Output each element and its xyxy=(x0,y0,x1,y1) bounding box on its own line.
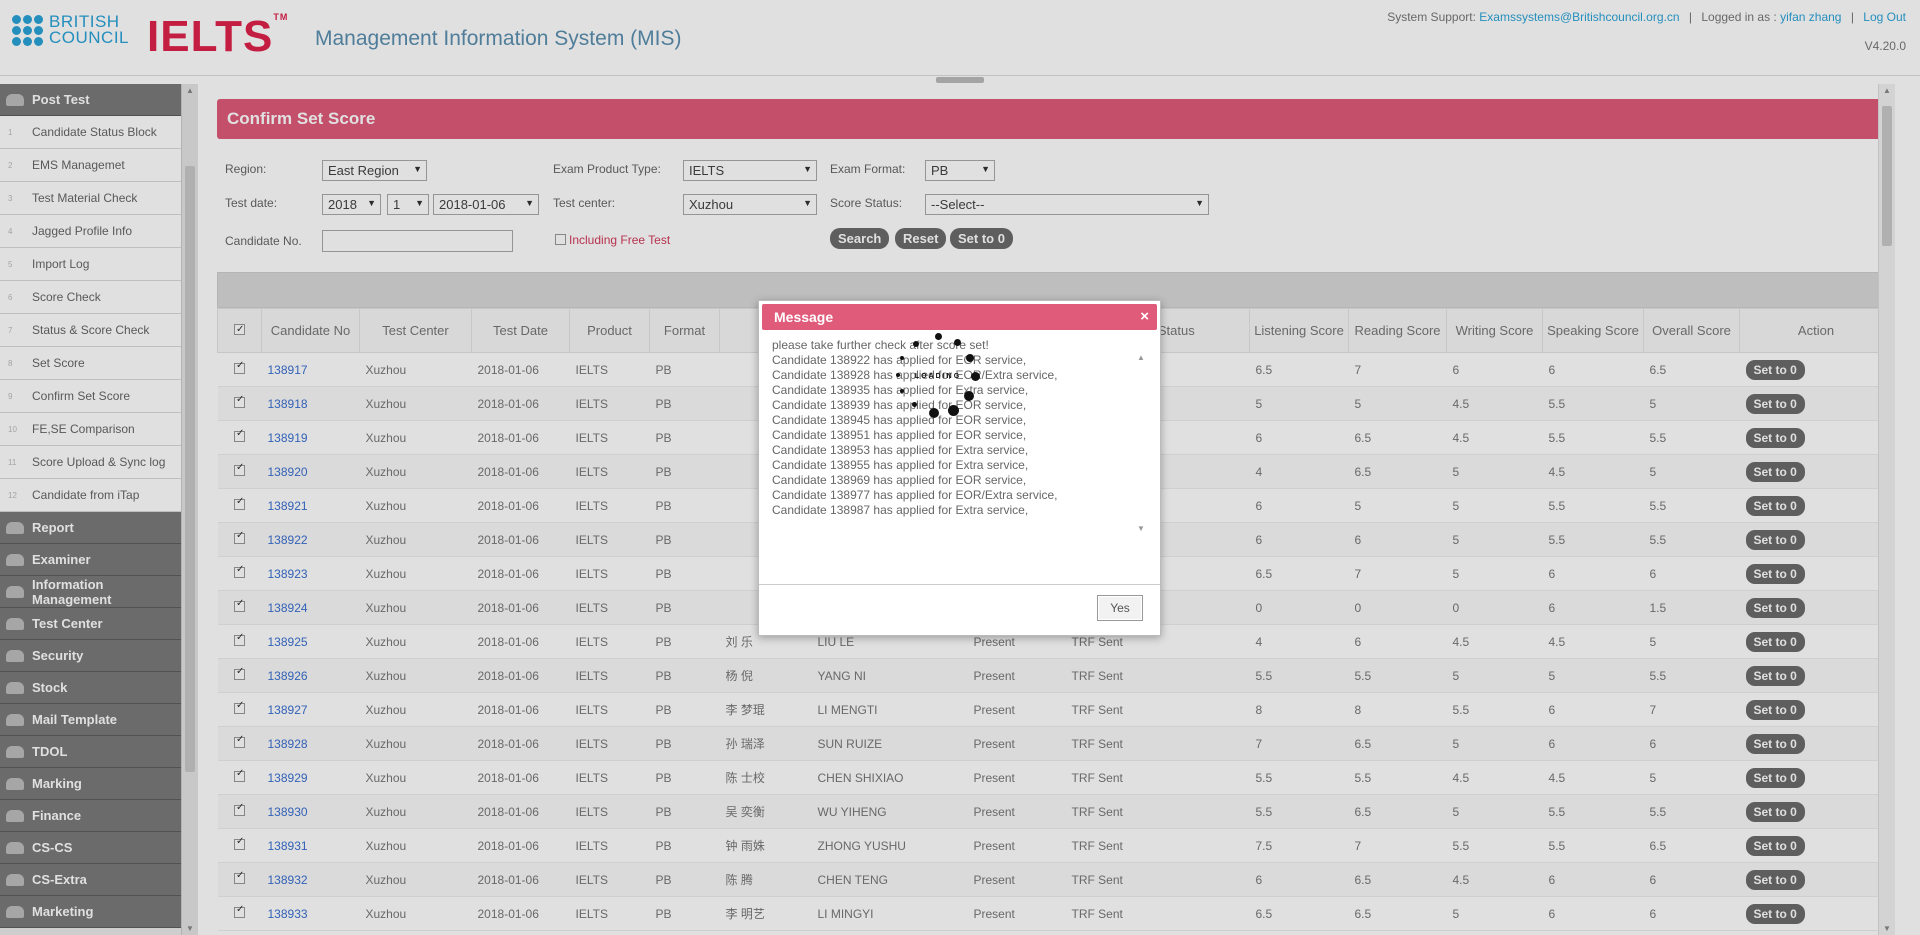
scroll-up-arrow-icon[interactable]: ▲ xyxy=(1137,353,1145,362)
dialog-line: Candidate 138969 has applied for EOR ser… xyxy=(772,473,1027,487)
dialog-header: Message × xyxy=(762,304,1157,330)
dialog-scrollbar[interactable]: ▲ ▼ xyxy=(1135,353,1147,533)
loading-spinner-icon: LOADING xyxy=(888,331,988,431)
scroll-down-arrow-icon[interactable]: ▼ xyxy=(1137,524,1145,533)
dialog-divider xyxy=(759,584,1160,585)
dialog-line: Candidate 138955 has applied for Extra s… xyxy=(772,458,1029,472)
dialog-line: Candidate 138987 has applied for Extra s… xyxy=(772,503,1029,517)
close-icon[interactable]: × xyxy=(1140,308,1149,325)
dialog-title: Message xyxy=(774,309,834,325)
yes-button[interactable]: Yes xyxy=(1097,595,1143,621)
loading-text: LOADING xyxy=(914,373,962,380)
dialog-line: Candidate 138953 has applied for Extra s… xyxy=(772,443,1029,457)
dialog-line: Candidate 138977 has applied for EOR/Ext… xyxy=(772,488,1058,502)
